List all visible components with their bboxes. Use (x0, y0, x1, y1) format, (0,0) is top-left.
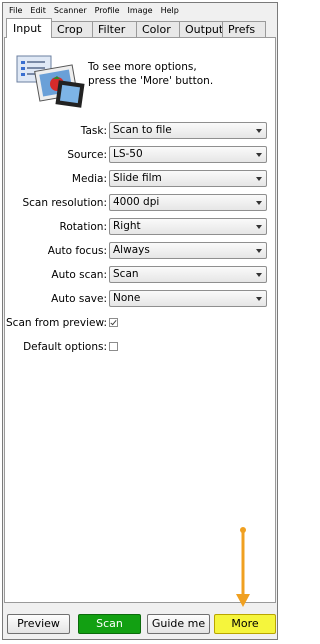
media-label: Media: (71, 173, 107, 185)
media-select[interactable]: Slide film (109, 170, 267, 187)
tab-color[interactable]: Color (136, 21, 180, 37)
scan-button[interactable]: Scan (78, 614, 141, 634)
button-bar: Preview Scan Guide me More (6, 614, 276, 636)
resolution-row: Scan resolution: 4000 dpi (5, 194, 277, 212)
chevron-down-icon (256, 273, 262, 277)
chevron-down-icon (256, 249, 262, 253)
chevron-down-icon (256, 153, 262, 157)
menu-file[interactable]: File (5, 6, 26, 15)
auto-scan-label: Auto scan: (51, 269, 107, 281)
media-value: Slide film (113, 172, 162, 184)
auto-save-row: Auto save: None (5, 290, 277, 308)
tab-bar: Input Crop Filter Color Output Prefs (4, 18, 276, 38)
chevron-down-icon (256, 225, 262, 229)
source-row: Source: LS-50 (5, 146, 277, 164)
menu-bar: File Edit Scanner Profile Image Help (3, 3, 277, 17)
auto-save-label: Auto save: (51, 293, 107, 305)
hint-line-2: press the 'More' button. (88, 75, 214, 87)
photo-film-icon (16, 55, 85, 108)
tab-output[interactable]: Output (179, 21, 223, 37)
auto-focus-row: Auto focus: Always (5, 242, 277, 260)
task-label: Task: (80, 125, 107, 137)
source-value: LS-50 (113, 148, 143, 160)
scan-from-preview-checkbox[interactable] (109, 318, 118, 327)
more-options-hint: To see more options, press the 'More' bu… (88, 60, 268, 88)
hint-line-1: To see more options, (88, 61, 197, 73)
resolution-select[interactable]: 4000 dpi (109, 194, 267, 211)
default-options-label: Default options: (23, 341, 107, 353)
auto-save-value: None (113, 292, 141, 304)
chevron-down-icon (256, 177, 262, 181)
scan-from-preview-row: Scan from preview: (5, 314, 277, 332)
auto-focus-select[interactable]: Always (109, 242, 267, 259)
resolution-label: Scan resolution: (22, 197, 107, 209)
auto-scan-select[interactable]: Scan (109, 266, 267, 283)
chevron-down-icon (256, 129, 262, 133)
auto-scan-value: Scan (113, 268, 139, 280)
auto-focus-label: Auto focus: (47, 245, 107, 257)
menu-edit[interactable]: Edit (26, 6, 50, 15)
resolution-value: 4000 dpi (113, 196, 160, 208)
default-options-row: Default options: (5, 338, 277, 356)
tab-prefs[interactable]: Prefs (222, 21, 266, 37)
tab-input[interactable]: Input (6, 18, 52, 38)
task-value: Scan to file (113, 124, 172, 136)
chevron-down-icon (256, 201, 262, 205)
menu-scanner[interactable]: Scanner (50, 6, 91, 15)
more-button[interactable]: More (214, 614, 276, 634)
rotation-row: Rotation: Right (5, 218, 277, 236)
source-select[interactable]: LS-50 (109, 146, 267, 163)
guide-me-button[interactable]: Guide me (147, 614, 210, 634)
task-row: Task: Scan to file (5, 122, 277, 140)
task-select[interactable]: Scan to file (109, 122, 267, 139)
preview-button[interactable]: Preview (7, 614, 70, 634)
auto-save-select[interactable]: None (109, 290, 267, 307)
source-label: Source: (67, 149, 107, 161)
window: File Edit Scanner Profile Image Help Inp… (2, 2, 278, 640)
menu-profile[interactable]: Profile (91, 6, 124, 15)
media-row: Media: Slide film (5, 170, 277, 188)
chevron-down-icon (256, 297, 262, 301)
tab-crop[interactable]: Crop (51, 21, 93, 37)
scan-from-preview-label: Scan from preview: (6, 317, 107, 329)
menu-image[interactable]: Image (124, 6, 157, 15)
auto-focus-value: Always (113, 244, 150, 256)
tab-filter[interactable]: Filter (92, 21, 137, 37)
rotation-value: Right (113, 220, 141, 232)
rotation-select[interactable]: Right (109, 218, 267, 235)
rotation-label: Rotation: (59, 221, 107, 233)
auto-scan-row: Auto scan: Scan (5, 266, 277, 284)
default-options-checkbox[interactable] (109, 342, 118, 351)
input-panel: To see more options, press the 'More' bu… (4, 37, 276, 603)
menu-help[interactable]: Help (157, 6, 183, 15)
